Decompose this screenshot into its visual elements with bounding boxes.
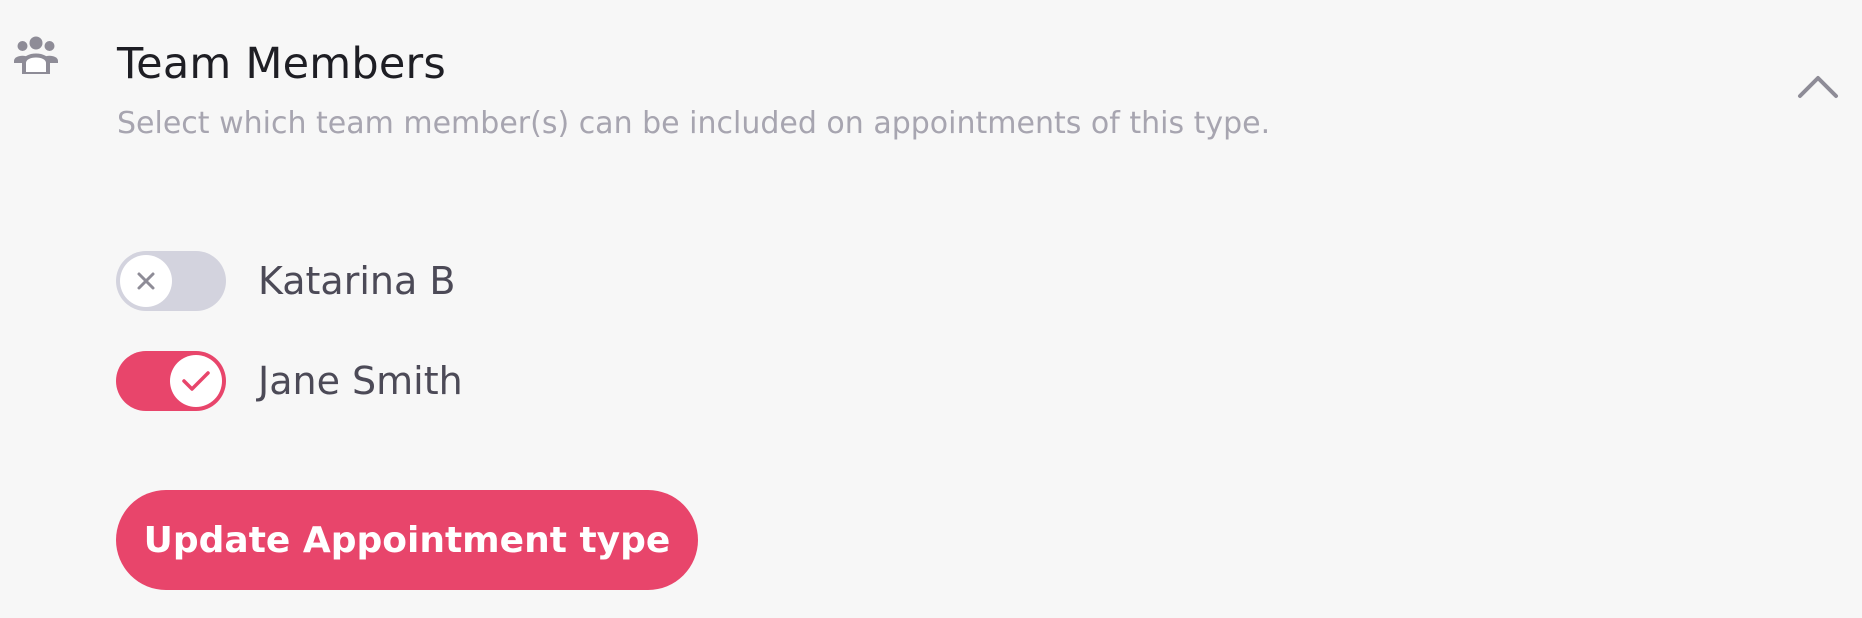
member-name: Jane Smith [258, 359, 463, 403]
member-toggle[interactable] [116, 251, 226, 311]
x-icon [137, 272, 155, 290]
team-member-row: Jane Smith [116, 350, 463, 412]
chevron-up-icon[interactable] [1796, 72, 1840, 100]
toggle-knob [170, 355, 222, 407]
member-name: Katarina B [258, 259, 456, 303]
team-people-icon [14, 36, 58, 74]
team-member-row: Katarina B [116, 250, 455, 312]
member-toggle[interactable] [116, 351, 226, 411]
section-title: Team Members [117, 39, 446, 89]
check-icon [182, 371, 210, 391]
section-description: Select which team member(s) can be inclu… [117, 106, 1271, 141]
update-appointment-type-button[interactable]: Update Appointment type [116, 490, 698, 590]
toggle-knob [120, 255, 172, 307]
